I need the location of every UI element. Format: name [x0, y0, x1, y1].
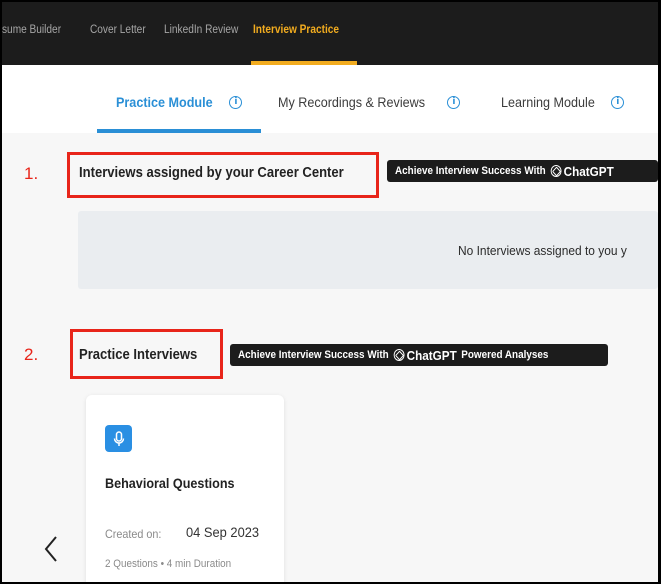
chatgpt-badge-practice: Achieve Interview Success With ChatGPT P…: [230, 344, 608, 366]
module-tabs: Practice Module i My Recordings & Review…: [2, 65, 658, 133]
chatgpt-badge-assigned: Achieve Interview Success With ChatGPT: [387, 160, 658, 182]
tab-practice-module[interactable]: Practice Module i: [116, 92, 243, 112]
microphone-icon: [105, 425, 132, 452]
chatgpt-brand: ChatGPT: [563, 163, 614, 179]
section-number-1: 1.: [24, 164, 39, 183]
badge-suffix: Powered Analyses: [461, 349, 549, 361]
tab-my-recordings-reviews[interactable]: My Recordings & Reviews i: [278, 92, 461, 112]
top-navigation-bar: sume Builder Cover Letter LinkedIn Revie…: [2, 2, 658, 65]
info-icon[interactable]: i: [447, 95, 461, 109]
practice-interview-card[interactable]: Behavioral Questions Created on: 04 Sep …: [86, 395, 284, 582]
created-on-label: Created on:: [105, 527, 162, 541]
badge-text: Achieve Interview Success With: [395, 165, 546, 177]
tab-label: Practice Module: [116, 94, 213, 110]
app-frame: sume Builder Cover Letter LinkedIn Revie…: [2, 2, 658, 582]
nav-link-interview-practice[interactable]: Interview Practice: [253, 24, 339, 36]
card-details: 2 Questions • 4 min Duration: [105, 558, 232, 570]
practice-interviews-heading: Practice Interviews: [79, 347, 198, 363]
openai-logo-icon: [394, 349, 405, 361]
badge-text: Achieve Interview Success With: [238, 349, 389, 361]
info-icon[interactable]: i: [611, 95, 625, 109]
carousel-prev-chevron-icon[interactable]: [40, 533, 64, 565]
chatgpt-brand: ChatGPT: [406, 347, 457, 363]
card-title: Behavioral Questions: [105, 475, 235, 491]
section-number-2: 2.: [24, 345, 39, 364]
assigned-interviews-heading: Interviews assigned by your Career Cente…: [79, 165, 344, 181]
nav-link-cover-letter[interactable]: Cover Letter: [90, 24, 146, 36]
created-on-date: 04 Sep 2023: [186, 524, 260, 540]
tab-label: Learning Module: [501, 94, 595, 110]
tab-label: My Recordings & Reviews: [278, 94, 426, 110]
openai-logo-icon: [551, 165, 562, 177]
nav-link-resume-builder[interactable]: sume Builder: [2, 24, 61, 36]
empty-state-message: No Interviews assigned to you y: [458, 243, 627, 258]
tab-active-indicator: [97, 129, 261, 133]
nav-link-linkedin-review[interactable]: LinkedIn Review: [164, 24, 238, 36]
tab-learning-module[interactable]: Learning Module i: [501, 92, 625, 112]
info-icon[interactable]: i: [229, 95, 243, 109]
